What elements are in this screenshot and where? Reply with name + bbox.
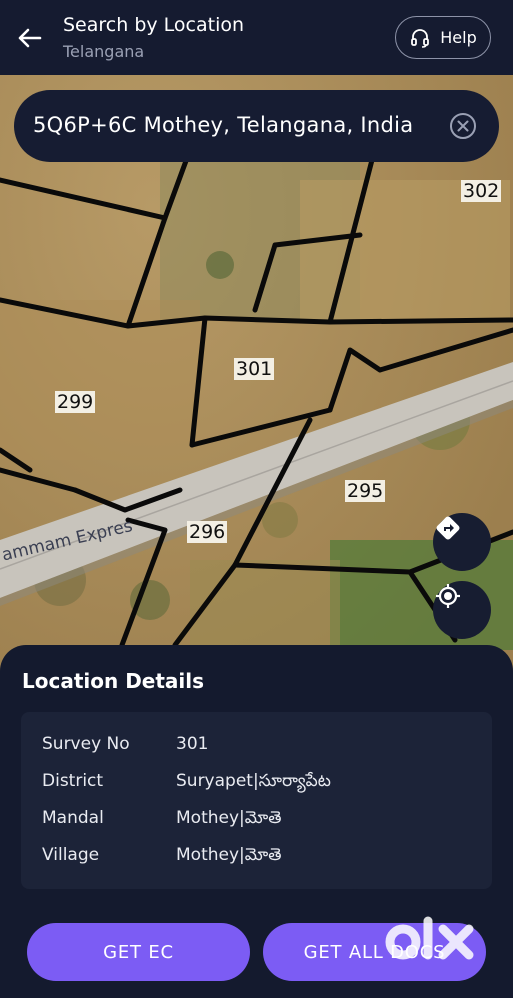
survey-label-301: 301 xyxy=(234,358,275,380)
detail-row-village: Village Mothey|మోతె xyxy=(42,845,472,869)
survey-label-299: 299 xyxy=(55,391,96,413)
detail-value: Suryapet|సూర్యాపేట xyxy=(176,771,331,791)
detail-row-district: District Suryapet|సూర్యాపేట xyxy=(42,771,472,795)
detail-row-mandal: Mandal Mothey|మోతె xyxy=(42,808,472,832)
detail-value: Mothey|మోతె xyxy=(176,845,282,865)
sheet-title: Location Details xyxy=(22,669,205,693)
detail-label: Survey No xyxy=(42,734,130,754)
detail-label: Mandal xyxy=(42,808,104,828)
help-label: Help xyxy=(440,28,477,47)
directions-icon xyxy=(436,516,460,540)
crosshair-icon xyxy=(436,584,460,608)
help-button[interactable]: Help xyxy=(395,16,491,59)
app-header: Search by Location Telangana Help xyxy=(0,0,513,75)
survey-label-296: 296 xyxy=(187,521,228,543)
clear-search-icon[interactable] xyxy=(449,112,477,140)
detail-label: District xyxy=(42,771,104,791)
survey-label-302: 302 xyxy=(461,180,502,202)
page-subtitle: Telangana xyxy=(63,42,145,61)
headset-icon xyxy=(411,28,430,48)
page-title: Search by Location xyxy=(63,14,245,36)
details-card: Survey No 301 District Suryapet|సూర్యాపే… xyxy=(21,712,492,889)
detail-label: Village xyxy=(42,845,100,865)
survey-label-295: 295 xyxy=(345,480,386,502)
get-ec-button[interactable]: GET EC xyxy=(27,923,250,981)
my-location-button[interactable] xyxy=(433,581,491,639)
detail-row-survey: Survey No 301 xyxy=(42,734,472,758)
detail-value: 301 xyxy=(176,734,209,754)
directions-button[interactable] xyxy=(433,513,491,571)
search-input[interactable]: 5Q6P+6C Mothey, Telangana, India xyxy=(33,113,413,137)
location-search-bar[interactable]: 5Q6P+6C Mothey, Telangana, India xyxy=(14,90,499,162)
olx-watermark-logo xyxy=(385,916,474,960)
back-arrow-icon[interactable] xyxy=(14,22,46,54)
detail-value: Mothey|మోతె xyxy=(176,808,282,828)
